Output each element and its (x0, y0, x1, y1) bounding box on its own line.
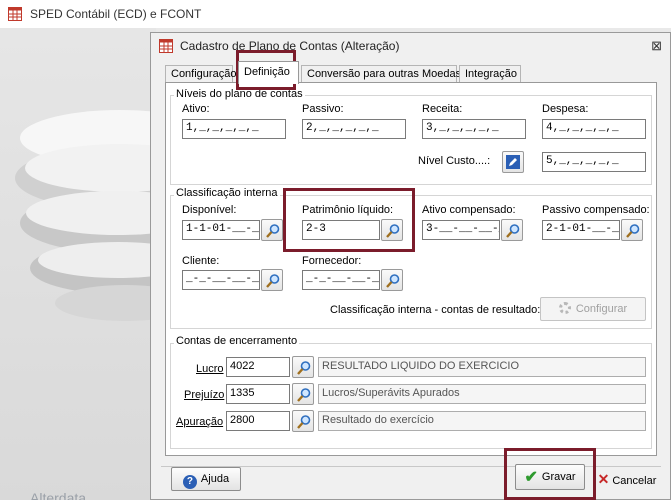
fornecedor-label: Fornecedor: (302, 255, 362, 267)
tab-conversao-moedas[interactable]: Conversão para outras Moedas (301, 65, 461, 83)
apuracao-code-input[interactable]: 2800 (226, 411, 290, 431)
resultado-label: Classificação interna - contas de result… (330, 304, 541, 316)
receita-input[interactable]: 3,_,_,_,_,_ (422, 119, 526, 139)
cliente-input[interactable]: _-_-__-__-__ (182, 270, 260, 290)
spreadsheet-icon (8, 7, 22, 21)
tab-integracao[interactable]: Integração (459, 65, 521, 83)
spreadsheet-icon (159, 39, 173, 53)
passivo-input[interactable]: 2,_,_,_,_,_ (302, 119, 406, 139)
ajuda-label: Ajuda (200, 473, 230, 485)
disponivel-label: Disponível: (182, 204, 237, 216)
cliente-label: Cliente: (182, 255, 220, 267)
tab-definicao[interactable]: Definição (238, 61, 299, 84)
lucro-description: RESULTADO LIQUIDO DO EXERCICIO (318, 357, 646, 377)
ajuda-button[interactable]: ? Ajuda (171, 467, 241, 491)
despesa-label: Despesa: (542, 103, 589, 115)
magnifier-icon (386, 274, 400, 288)
gear-icon (558, 302, 571, 314)
fornecedor-search-button[interactable] (381, 269, 403, 291)
close-icon[interactable]: ⊠ (651, 38, 662, 54)
ativo-compensado-input[interactable]: 3-__-__-__-__ (422, 220, 500, 240)
tab-panel-definicao: Níveis do plano de contas Ativo: 1,_,_,_… (165, 82, 657, 456)
dialog-title: Cadastro de Plano de Contas (Alteração) (180, 39, 400, 53)
edit-nivel-custo-button[interactable] (502, 151, 524, 173)
prejuizo-code-input[interactable]: 1335 (226, 384, 290, 404)
prejuizo-search-button[interactable] (292, 383, 314, 405)
configurar-label: Configurar (575, 303, 628, 315)
cancelar-button[interactable]: ✕ Cancelar (591, 467, 663, 491)
lucro-code-input[interactable]: 4022 (226, 357, 290, 377)
cliente-search-button[interactable] (261, 269, 283, 291)
patrimonio-search-button[interactable] (381, 219, 403, 241)
passivo-compensado-label: Passivo compensado: (542, 204, 650, 216)
classificacao-legend: Classificação interna (174, 187, 280, 199)
encerramento-legend: Contas de encerramento (174, 335, 300, 347)
cancelar-label: Cancelar (612, 475, 657, 487)
magnifier-icon (266, 224, 280, 238)
magnifier-icon (297, 388, 311, 402)
gravar-label: Gravar (541, 471, 576, 483)
magnifier-icon (506, 224, 520, 238)
magnifier-icon (386, 224, 400, 238)
patrimonio-input[interactable]: 2-3 (302, 220, 380, 240)
lucro-search-button[interactable] (292, 356, 314, 378)
plano-de-contas-dialog: Cadastro de Plano de Contas (Alteração) … (150, 32, 671, 500)
passivo-label: Passivo: (302, 103, 344, 115)
passivo-compensado-input[interactable]: 2-1-01-__-__ (542, 220, 620, 240)
app-title: SPED Contábil (ECD) e FCONT (30, 7, 202, 21)
apuracao-description: Resultado do exercício (318, 411, 646, 431)
magnifier-icon (297, 361, 311, 375)
apuracao-search-button[interactable] (292, 410, 314, 432)
logo-text: Alterdata (30, 490, 87, 500)
help-icon: ? (182, 475, 197, 489)
lucro-label: Lucro (196, 363, 224, 375)
patrimonio-label: Patrimônio líquido: (302, 204, 394, 216)
configurar-button[interactable]: Configurar (540, 297, 646, 321)
nivel-custo-label: Nível Custo....: (418, 155, 491, 167)
despesa-input[interactable]: 4,_,_,_,_,_ (542, 119, 646, 139)
receita-label: Receita: (422, 103, 463, 115)
disponivel-input[interactable]: 1-1-01-__-__ (182, 220, 260, 240)
app-decoration: Alterdata (0, 28, 156, 500)
edit-pencil-icon (506, 155, 520, 169)
ativo-compensado-search-button[interactable] (501, 219, 523, 241)
checkmark-icon: ✔ (524, 469, 538, 486)
ativo-label: Ativo: (182, 103, 210, 115)
cancel-x-icon: ✕ (597, 471, 610, 487)
ativo-input[interactable]: 1,_,_,_,_,_ (182, 119, 286, 139)
fornecedor-input[interactable]: _-_-__-__-__ (302, 270, 380, 290)
gravar-button[interactable]: ✔ Gravar (515, 464, 585, 490)
magnifier-icon (266, 274, 280, 288)
prejuizo-description: Lucros/Superávits Apurados (318, 384, 646, 404)
ativo-compensado-label: Ativo compensado: (422, 204, 516, 216)
decorative-swirl (15, 110, 156, 321)
nivel-custo-input[interactable]: 5,_,_,_,_,_ (542, 152, 646, 172)
app-titlebar: SPED Contábil (ECD) e FCONT (0, 0, 671, 28)
passivo-compensado-search-button[interactable] (621, 219, 643, 241)
tab-configuracao[interactable]: Configuração (165, 65, 236, 83)
niveis-legend: Níveis do plano de contas (174, 88, 305, 100)
magnifier-icon (626, 224, 640, 238)
prejuizo-label: Prejuízo (184, 389, 225, 401)
magnifier-icon (297, 415, 311, 429)
disponivel-search-button[interactable] (261, 219, 283, 241)
apuracao-label: Apuração (176, 416, 224, 428)
